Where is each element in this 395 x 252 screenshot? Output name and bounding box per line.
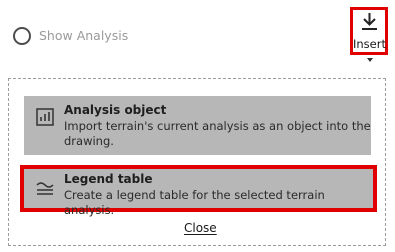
menu-item-analysis-object[interactable]: Analysis object Import terrain's current… [24,96,371,155]
insert-download-icon [362,13,377,30]
analysis-object-title: Analysis object [64,103,167,117]
show-analysis-radio[interactable] [13,27,31,45]
legend-table-icon [36,182,54,195]
insert-button[interactable]: Insert [350,7,388,55]
menu-item-legend-table[interactable]: Legend table Create a legend table for t… [24,169,373,217]
close-link[interactable]: Close [184,221,217,235]
legend-table-description: Create a legend table for the selected t… [64,188,325,217]
insert-dropdown-panel: Analysis object Import terrain's current… [8,78,386,246]
legend-table-title: Legend table [64,172,153,186]
analysis-object-description: Import terrain's current analysis as an … [64,119,371,133]
analysis-object-description-cont: drawing. [64,134,114,148]
insert-label: Insert [353,37,386,51]
analysis-toolbar: Show Analysis Insert [0,0,395,70]
insert-dropdown-caret-icon [367,58,373,62]
show-analysis-label[interactable]: Show Analysis [39,28,128,43]
analysis-object-icon [36,108,54,126]
